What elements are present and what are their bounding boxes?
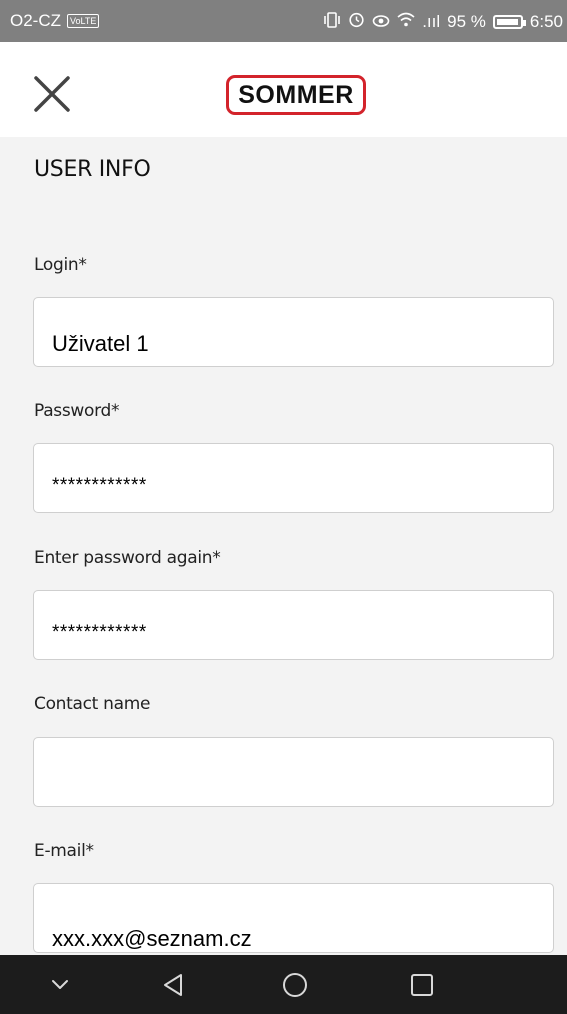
clock: 6:50 <box>529 12 563 31</box>
carrier-name: O2-CZ <box>10 11 61 30</box>
hide-nav-button[interactable] <box>20 955 100 1014</box>
logo-text: SOMMER <box>238 80 354 109</box>
recents-button[interactable] <box>382 955 462 1014</box>
back-button[interactable] <box>133 955 213 1014</box>
vibrate-icon <box>323 11 341 33</box>
eye-comfort-icon <box>372 12 390 33</box>
volte-badge: VoLTE <box>67 14 100 28</box>
password-label: Password* <box>34 401 120 421</box>
password-field[interactable]: ************ <box>33 443 554 513</box>
password-confirm-value: ************ <box>52 622 147 643</box>
wifi-icon <box>397 12 415 32</box>
app-bar: SOMMER <box>0 42 567 137</box>
email-value: xxx.xxx@seznam.cz <box>52 926 252 951</box>
user-info-form: USER INFO Login* Uživatel 1 Password* **… <box>0 137 567 955</box>
status-bar-right: .ııl 95 % 6:50 <box>323 11 563 33</box>
alarm-icon <box>348 11 365 33</box>
close-button[interactable] <box>30 72 74 116</box>
contact-name-label: Contact name <box>34 694 151 714</box>
android-nav-bar <box>0 955 567 1014</box>
back-icon <box>164 973 182 996</box>
login-label: Login* <box>34 255 87 275</box>
password-value: ************ <box>52 475 147 496</box>
battery-icon <box>492 15 526 29</box>
page-title: USER INFO <box>34 157 151 182</box>
login-value: Uživatel 1 <box>52 331 149 356</box>
status-bar: O2-CZ VoLTE .ııl 95 % 6:50 <box>0 0 567 42</box>
signal-icon: .ııl <box>422 12 441 31</box>
recents-icon <box>411 973 433 996</box>
contact-name-field[interactable] <box>33 737 554 807</box>
password-confirm-label: Enter password again* <box>34 548 221 568</box>
battery-percent: 95 % <box>447 12 486 31</box>
chevron-down-icon <box>52 979 68 989</box>
close-icon <box>34 76 70 112</box>
email-label: E-mail* <box>34 841 94 861</box>
login-field[interactable]: Uživatel 1 <box>33 297 554 367</box>
home-button[interactable] <box>255 955 335 1014</box>
sommer-logo: SOMMER <box>226 75 366 115</box>
email-field[interactable]: xxx.xxx@seznam.cz <box>33 883 554 953</box>
password-confirm-field[interactable]: ************ <box>33 590 554 660</box>
status-bar-left: O2-CZ VoLTE <box>10 11 100 31</box>
home-icon <box>283 972 307 997</box>
